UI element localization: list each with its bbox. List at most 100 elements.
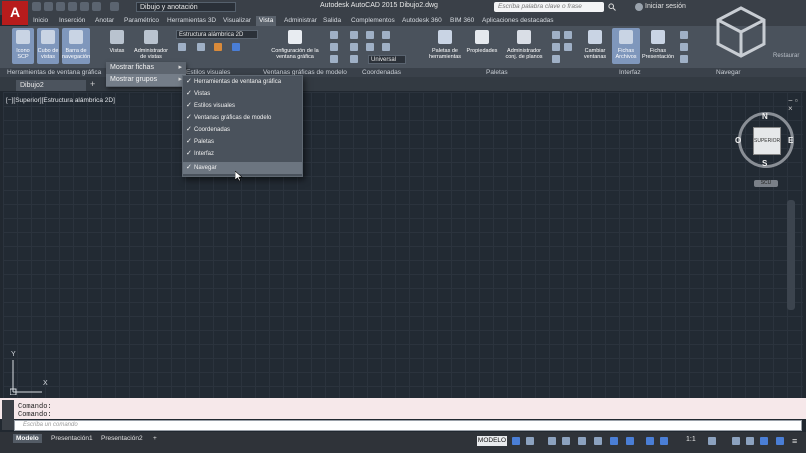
tab-complementos[interactable]: Complementos — [351, 16, 395, 26]
command-input[interactable]: Escriba un comando — [14, 420, 802, 431]
new-icon[interactable] — [32, 2, 41, 11]
layout-tab-modelo[interactable]: Modelo — [13, 434, 42, 443]
ucs-world-icon[interactable] — [350, 55, 358, 63]
tab-administrar[interactable]: Administrar — [284, 16, 317, 26]
model-space-button[interactable]: MODELO — [477, 436, 507, 446]
tab-herramientas-3d[interactable]: Herramientas 3D — [167, 16, 216, 26]
save-icon[interactable] — [56, 2, 65, 11]
autoscale-icon[interactable] — [660, 437, 668, 445]
viewport-controls-label[interactable]: [−][Superior][Estructura alámbrica 2D] — [6, 97, 115, 104]
viewport-window-controls[interactable]: − ▫ × — [788, 97, 802, 113]
open-icon[interactable] — [44, 2, 53, 11]
submenu-item-interfaz[interactable]: ✓ Interfaz — [183, 148, 302, 160]
fichas-archivos-button[interactable]: Fichas Archivos — [612, 28, 640, 64]
administrador-planos-button[interactable]: Administrador conj. de planos — [503, 28, 545, 64]
ucs-z-icon[interactable] — [350, 43, 358, 51]
paletas-herramientas-button[interactable]: Paletas de herramientas — [428, 28, 462, 64]
propiedades-button[interactable]: Propiedades — [465, 28, 499, 64]
icono-scp-button[interactable]: Icono SCP — [12, 28, 34, 64]
lineweight-icon[interactable] — [626, 437, 634, 445]
submenu-item-coordenadas[interactable]: ✓ Coordenadas — [183, 124, 302, 136]
tab-vista[interactable]: Vista — [256, 16, 277, 26]
annotation-scale[interactable]: 1:1 — [686, 436, 696, 443]
coordinates-dropdown[interactable]: Universal — [368, 55, 406, 64]
administrador-vistas-button[interactable]: Administrador de vistas — [132, 28, 170, 64]
tab-aplicaciones-destacadas[interactable]: Aplicaciones destacadas — [482, 16, 554, 26]
palette-icon-4[interactable] — [564, 31, 572, 39]
compass-east[interactable]: E — [788, 136, 793, 145]
save-as-icon[interactable] — [68, 2, 77, 11]
menu-item-mostrar-fichas[interactable]: Mostrar fichas ▸ — [106, 62, 186, 74]
panel-coordenadas[interactable]: Coordenadas — [362, 68, 401, 77]
cascade-icon[interactable] — [680, 55, 688, 63]
sign-in-button[interactable]: Iniciar sesión — [645, 3, 686, 10]
tab-inicio[interactable]: Inicio — [33, 16, 48, 26]
redo-icon[interactable] — [110, 2, 119, 11]
submenu-item-paletas[interactable]: ✓ Paletas — [183, 136, 302, 148]
visual-style-dropdown[interactable]: Estructura alámbrica 2D — [176, 30, 258, 39]
search-icon[interactable] — [608, 3, 616, 11]
palette-icon-2[interactable] — [552, 43, 560, 51]
workspace-switch-icon[interactable] — [708, 437, 716, 445]
layout-tab-presentacion1[interactable]: Presentación1 — [48, 434, 96, 443]
visual-style-icon-1[interactable] — [178, 43, 186, 51]
palette-icon-1[interactable] — [552, 31, 560, 39]
viewcube-ribbon-icon[interactable] — [710, 2, 772, 62]
ucs-y-icon[interactable] — [382, 31, 390, 39]
search-input[interactable]: Escriba palabra clave o frase — [494, 2, 604, 12]
visual-style-icon-2[interactable] — [197, 43, 205, 51]
tab-salida[interactable]: Salida — [323, 16, 341, 26]
application-menu-button[interactable]: A — [2, 1, 28, 25]
configuracion-ventana-button[interactable]: Configuración de la ventana gráfica — [268, 28, 322, 64]
navigation-bar[interactable] — [787, 200, 795, 310]
add-layout-button[interactable]: + — [150, 434, 160, 443]
compass-west[interactable]: O — [735, 136, 741, 145]
tab-visualizar[interactable]: Visualizar — [223, 16, 251, 26]
viewcube[interactable]: SUPERIOR N S E O — [735, 112, 798, 172]
tile-v-icon[interactable] — [680, 43, 688, 51]
isolate-objects-icon[interactable] — [746, 437, 754, 445]
file-tab-dibujo2[interactable]: Dibujo2 — [16, 80, 86, 91]
palette-icon-3[interactable] — [552, 55, 560, 63]
viewport-join-icon[interactable] — [330, 43, 338, 51]
barra-navegacion-button[interactable]: Barra de navegación — [62, 28, 90, 64]
isodraft-icon[interactable] — [578, 437, 586, 445]
user-icon[interactable] — [635, 3, 643, 11]
panel-herramientas-ventana[interactable]: Herramientas de ventana gráfica — [7, 68, 101, 77]
object-snap-tracking-icon[interactable] — [594, 437, 602, 445]
ortho-icon[interactable] — [548, 437, 556, 445]
undo-icon[interactable] — [92, 2, 101, 11]
layout-tab-presentacion2[interactable]: Presentación2 — [98, 434, 146, 443]
wcs-dropdown[interactable]: SCU — [754, 180, 778, 187]
viewport-restore-icon[interactable] — [330, 55, 338, 63]
submenu-item-herramientas-ventana[interactable]: ✓ Herramientas de ventana gráfica — [183, 76, 302, 88]
snap-icon[interactable] — [526, 437, 534, 445]
compass-north[interactable]: N — [762, 112, 768, 121]
menu-item-mostrar-grupos[interactable]: Mostrar grupos ▸ — [106, 74, 186, 86]
workspace-dropdown[interactable]: Dibujo y anotación — [136, 2, 236, 12]
ucs-origin-icon[interactable] — [350, 31, 358, 39]
panel-navegar[interactable]: Navegar — [716, 68, 741, 77]
submenu-item-ventanas-graficas[interactable]: ✓ Ventanas gráficas de modelo — [183, 112, 302, 124]
clean-screen-icon[interactable] — [776, 437, 784, 445]
submenu-item-vistas[interactable]: ✓ Vistas — [183, 88, 302, 100]
print-icon[interactable] — [80, 2, 89, 11]
visual-style-icon-3[interactable] — [214, 43, 222, 51]
tab-bim-360[interactable]: BIM 360 — [450, 16, 474, 26]
viewport-named-icon[interactable] — [330, 31, 338, 39]
ucs-x-icon[interactable] — [366, 31, 374, 39]
palette-icon-5[interactable] — [564, 43, 572, 51]
annotation-monitor-icon[interactable] — [732, 437, 740, 445]
cubo-vistas-button[interactable]: Cubo de vistas — [37, 28, 59, 64]
annotation-visibility-icon[interactable] — [646, 437, 654, 445]
compass-south[interactable]: S — [762, 159, 767, 168]
command-line-grip[interactable] — [2, 400, 14, 430]
panel-paletas[interactable]: Paletas — [486, 68, 508, 77]
fichas-presentacion-button[interactable]: Fichas Presentación — [642, 28, 674, 64]
tile-h-icon[interactable] — [680, 31, 688, 39]
grid-icon[interactable] — [512, 437, 520, 445]
ucs-3point-icon[interactable] — [366, 43, 374, 51]
tab-anotar[interactable]: Anotar — [95, 16, 114, 26]
viewcube-face[interactable]: SUPERIOR — [753, 127, 781, 155]
restaurar-label[interactable]: Restaurar — [773, 53, 803, 62]
